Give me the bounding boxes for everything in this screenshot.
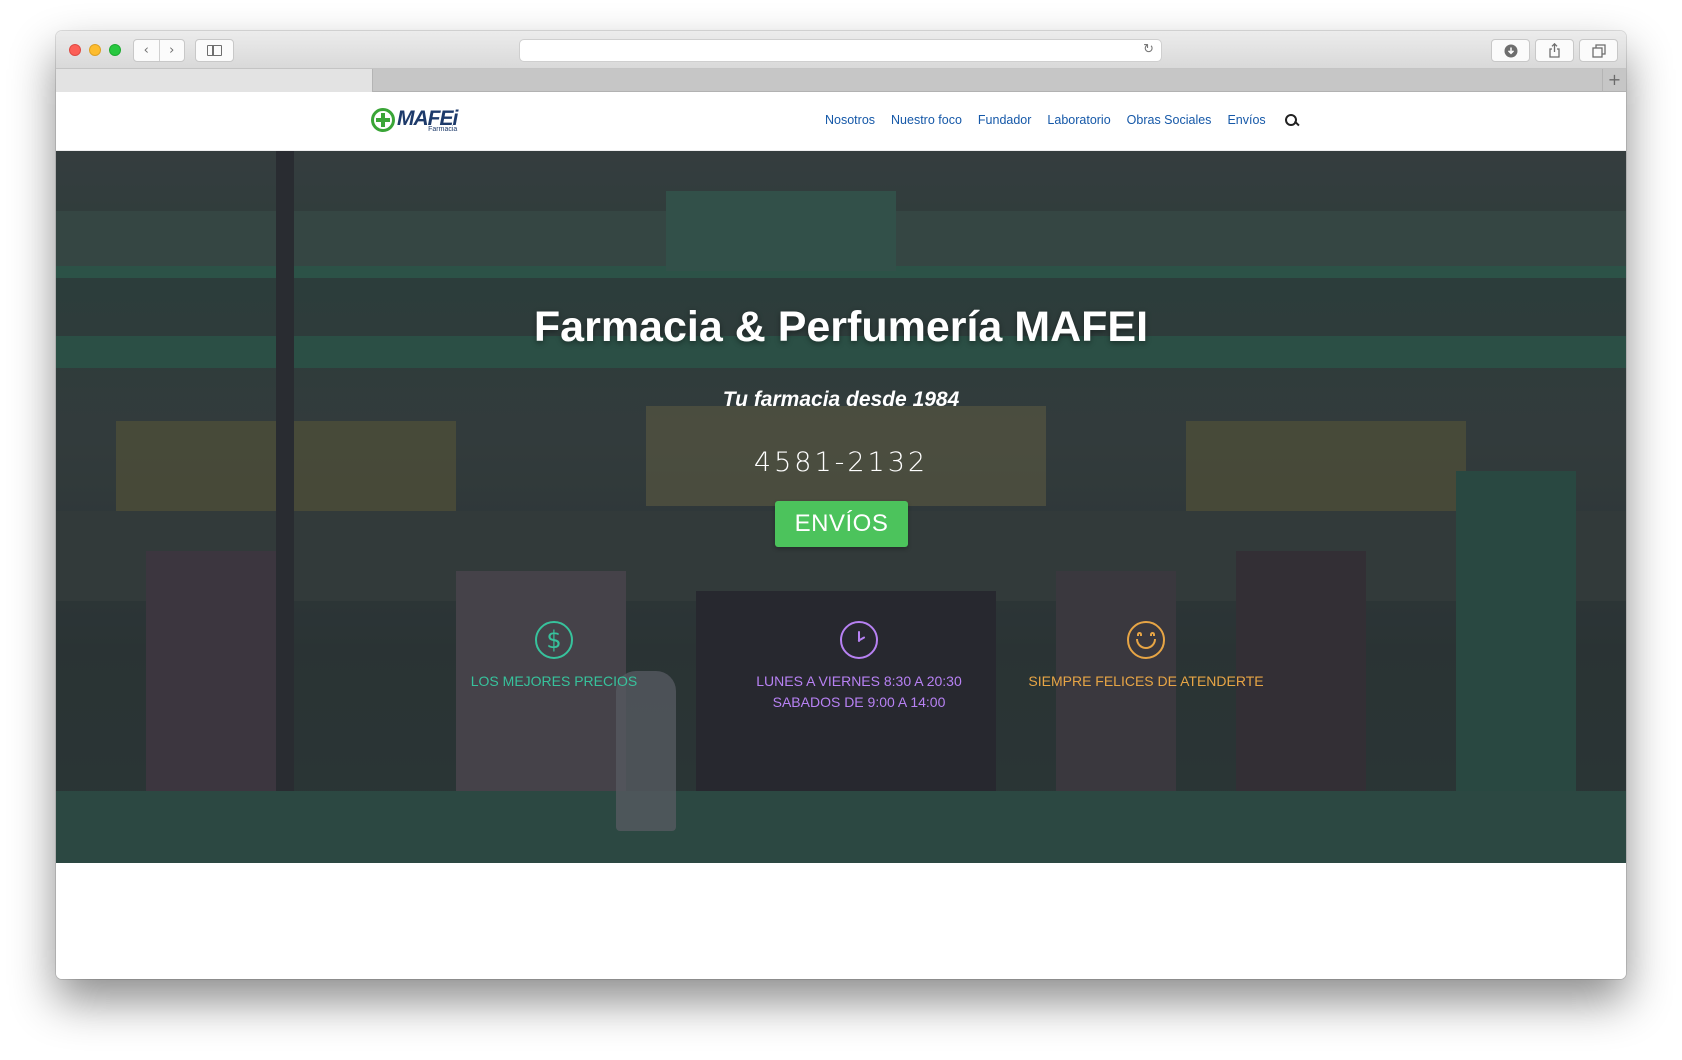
new-tab-button[interactable]: + xyxy=(1602,69,1626,92)
site-logo[interactable]: MAFEi Farmacia xyxy=(371,105,471,135)
browser-toolbar: ‹ › ↻ xyxy=(56,31,1626,69)
close-window-button[interactable] xyxy=(69,44,81,56)
pharmacy-cross-icon xyxy=(371,108,395,132)
feature-best-prices: $ LOS MEJORES PRECIOS xyxy=(454,621,654,692)
logo-text: MAFEi Farmacia xyxy=(397,108,458,133)
hero-subtitle: Tu farmacia desde 1984 xyxy=(722,388,960,411)
search-icon[interactable] xyxy=(1284,113,1298,127)
download-icon xyxy=(1504,44,1517,57)
webpage: MAFEi Farmacia Nosotros Nuestro foco Fun… xyxy=(56,92,1626,979)
menu-item-fundador[interactable]: Fundador xyxy=(978,113,1032,127)
sidebar-toggle-button[interactable] xyxy=(195,39,234,62)
menu-item-envios[interactable]: Envíos xyxy=(1227,113,1265,127)
smile-icon xyxy=(1127,621,1165,659)
history-nav: ‹ › xyxy=(133,39,185,62)
sidebar-icon xyxy=(207,45,222,56)
feature-opening-hours: LUNES A VIERNES 8:30 A 20:30 SABADOS DE … xyxy=(746,621,972,713)
back-button[interactable]: ‹ xyxy=(134,40,160,61)
minimize-window-button[interactable] xyxy=(89,44,101,56)
tabs-overview-icon xyxy=(1591,43,1606,58)
show-tabs-button[interactable] xyxy=(1579,39,1618,62)
feature-text: LOS MEJORES PRECIOS xyxy=(470,673,638,689)
reload-icon[interactable]: ↻ xyxy=(1143,42,1154,57)
clock-icon xyxy=(840,621,878,659)
main-menu: Nosotros Nuestro foco Fundador Laborator… xyxy=(825,113,1298,127)
feature-always-happy: SIEMPRE FELICES DE ATENDERTE xyxy=(1026,621,1266,692)
tab-bar: + xyxy=(56,69,1626,92)
share-icon xyxy=(1549,43,1560,58)
feature-text: SIEMPRE FELICES DE ATENDERTE xyxy=(1028,673,1264,689)
menu-item-nuestro-foco[interactable]: Nuestro foco xyxy=(891,113,962,127)
phone-number: 4581-2132 xyxy=(753,447,929,478)
menu-item-laboratorio[interactable]: Laboratorio xyxy=(1047,113,1110,127)
browser-window: ‹ › ↻ + MAFEi Farmacia Nosotros Nuestro … xyxy=(56,31,1626,979)
downloads-button[interactable] xyxy=(1491,39,1530,62)
menu-item-nosotros[interactable]: Nosotros xyxy=(825,113,875,127)
feature-text-weekdays: LUNES A VIERNES 8:30 A 20:30 xyxy=(756,673,962,689)
zoom-window-button[interactable] xyxy=(109,44,121,56)
envios-button[interactable]: ENVÍOS xyxy=(775,501,908,547)
menu-item-obras-sociales[interactable]: Obras Sociales xyxy=(1127,113,1212,127)
forward-button[interactable]: › xyxy=(160,40,185,61)
logo-subtitle: Farmacia xyxy=(428,125,458,133)
dollar-icon: $ xyxy=(535,621,573,659)
hero-section: Farmacia & Perfumería MAFEI Tu farmacia … xyxy=(56,151,1626,863)
hero-title: Farmacia & Perfumería MAFEI xyxy=(533,303,1149,351)
share-button[interactable] xyxy=(1535,39,1574,62)
site-header: MAFEi Farmacia Nosotros Nuestro foco Fun… xyxy=(56,92,1626,151)
hero-content: Farmacia & Perfumería MAFEI Tu farmacia … xyxy=(56,151,1626,863)
tab-current[interactable] xyxy=(56,69,373,92)
feature-text-saturdays: SABADOS DE 9:00 A 14:00 xyxy=(772,694,946,710)
address-bar[interactable]: ↻ xyxy=(519,39,1162,62)
